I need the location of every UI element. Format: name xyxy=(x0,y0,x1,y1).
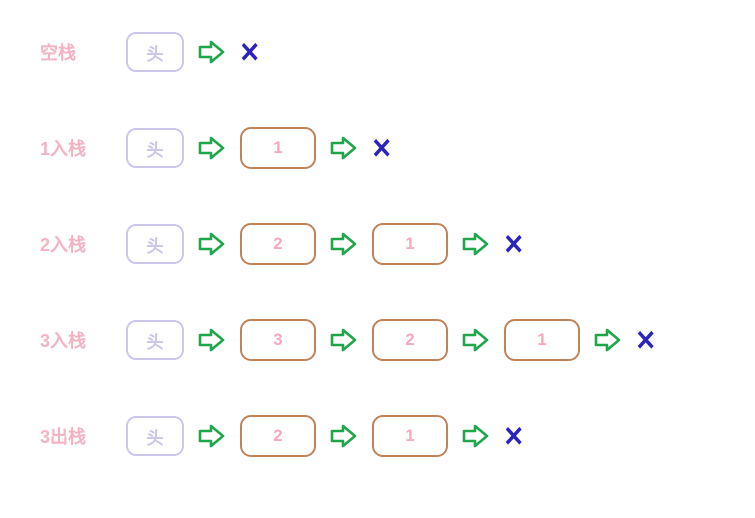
arrow-right-icon xyxy=(462,423,490,449)
stack-node: 1 xyxy=(504,319,580,361)
stack-state-row: 2入栈头 2 1 ✕ xyxy=(40,220,715,268)
stack-state-row: 3出栈头 2 1 ✕ xyxy=(40,412,715,460)
row-label: 1入栈 xyxy=(40,135,126,161)
stack-node: 2 xyxy=(372,319,448,361)
head-node: 头 xyxy=(126,128,184,168)
stack-node: 3 xyxy=(240,319,316,361)
arrow-right-icon xyxy=(330,231,358,257)
head-node: 头 xyxy=(126,320,184,360)
stack-node: 2 xyxy=(240,415,316,457)
head-node: 头 xyxy=(126,224,184,264)
stack-state-row: 空栈头 ✕ xyxy=(40,28,715,76)
row-label: 3出栈 xyxy=(40,423,126,449)
stack-state-row: 1入栈头 1 ✕ xyxy=(40,124,715,172)
arrow-right-icon xyxy=(462,327,490,353)
arrow-right-icon xyxy=(330,135,358,161)
linked-list-stack-diagram: 空栈头✕1入栈头1✕2入栈头21✕3入栈头321✕3出栈头21✕ xyxy=(40,28,715,460)
arrow-right-icon xyxy=(462,231,490,257)
stack-state-row: 3入栈头 3 2 1 ✕ xyxy=(40,316,715,364)
null-terminator-icon: ✕ xyxy=(371,132,392,165)
null-terminator-icon: ✕ xyxy=(635,324,656,357)
row-label: 空栈 xyxy=(40,39,126,65)
arrow-right-icon xyxy=(198,423,226,449)
arrow-right-icon xyxy=(198,327,226,353)
head-node: 头 xyxy=(126,32,184,72)
null-terminator-icon: ✕ xyxy=(239,36,260,69)
arrow-right-icon xyxy=(594,327,622,353)
stack-node: 1 xyxy=(372,223,448,265)
arrow-right-icon xyxy=(198,39,226,65)
arrow-right-icon xyxy=(330,423,358,449)
null-terminator-icon: ✕ xyxy=(503,420,524,453)
arrow-right-icon xyxy=(198,231,226,257)
stack-node: 1 xyxy=(372,415,448,457)
null-terminator-icon: ✕ xyxy=(503,228,524,261)
arrow-right-icon xyxy=(330,327,358,353)
head-node: 头 xyxy=(126,416,184,456)
row-label: 3入栈 xyxy=(40,327,126,353)
stack-node: 1 xyxy=(240,127,316,169)
arrow-right-icon xyxy=(198,135,226,161)
stack-node: 2 xyxy=(240,223,316,265)
row-label: 2入栈 xyxy=(40,231,126,257)
